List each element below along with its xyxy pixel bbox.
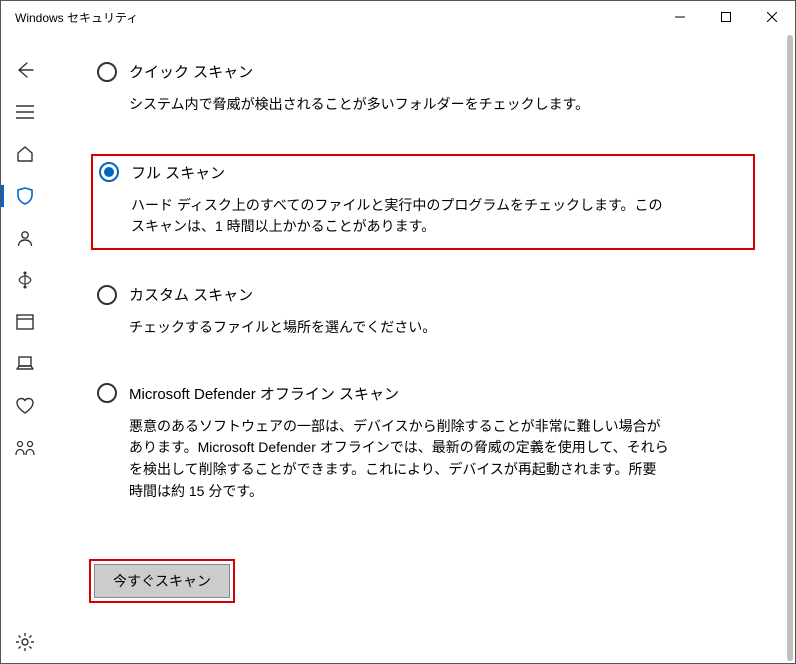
body: クイック スキャン システム内で脅威が検出されることが多いフォルダーをチェックし… — [1, 33, 795, 663]
option-quick-scan-label: クイック スキャン — [129, 61, 253, 82]
option-full-scan-label: フル スキャン — [131, 162, 225, 183]
back-arrow-icon — [15, 60, 35, 80]
option-full-scan-desc: ハード ディスク上のすべてのファイルと実行中のプログラムをチェックします。このス… — [131, 195, 671, 238]
radio-custom-scan[interactable] — [97, 285, 117, 305]
gear-icon — [15, 632, 35, 652]
window-controls — [657, 1, 795, 33]
hamburger-icon — [16, 105, 34, 119]
radio-full-scan[interactable] — [99, 162, 119, 182]
option-offline-scan-head[interactable]: Microsoft Defender オフライン スキャン — [97, 383, 745, 404]
scrollbar[interactable] — [787, 35, 793, 661]
heart-icon — [15, 397, 35, 415]
shield-icon — [15, 186, 35, 206]
option-custom-scan-head[interactable]: カスタム スキャン — [97, 284, 745, 305]
scan-now-button[interactable]: 今すぐスキャン — [94, 564, 230, 598]
option-quick-scan-head[interactable]: クイック スキャン — [97, 61, 745, 82]
window-title: Windows セキュリティ — [15, 9, 138, 26]
scan-now-highlight: 今すぐスキャン — [89, 559, 235, 603]
sidebar-item-account[interactable] — [1, 217, 49, 259]
app-window: Windows セキュリティ — [0, 0, 796, 664]
main-content: クイック スキャン システム内で脅威が検出されることが多いフォルダーをチェックし… — [49, 33, 795, 663]
sidebar-item-family[interactable] — [1, 427, 49, 469]
radio-quick-scan[interactable] — [97, 62, 117, 82]
option-full-scan[interactable]: フル スキャン ハード ディスク上のすべてのファイルと実行中のプログラムをチェッ… — [91, 154, 755, 250]
close-icon — [767, 12, 777, 22]
option-custom-scan-label: カスタム スキャン — [129, 284, 253, 305]
network-icon — [15, 270, 35, 290]
person-icon — [15, 228, 35, 248]
option-full-scan-head[interactable]: フル スキャン — [99, 162, 743, 183]
sidebar-item-device-security[interactable] — [1, 343, 49, 385]
option-custom-scan[interactable]: カスタム スキャン チェックするファイルと場所を選んでください。 — [91, 278, 755, 349]
minimize-icon — [675, 12, 685, 22]
sidebar — [1, 33, 49, 663]
close-button[interactable] — [749, 1, 795, 33]
titlebar: Windows セキュリティ — [1, 1, 795, 33]
sidebar-item-device-health[interactable] — [1, 385, 49, 427]
option-quick-scan-desc: システム内で脅威が検出されることが多いフォルダーをチェックします。 — [129, 94, 669, 116]
radio-offline-scan[interactable] — [97, 383, 117, 403]
sidebar-item-settings[interactable] — [1, 621, 49, 663]
option-custom-scan-desc: チェックするファイルと場所を選んでください。 — [129, 317, 669, 339]
option-quick-scan[interactable]: クイック スキャン システム内で脅威が検出されることが多いフォルダーをチェックし… — [91, 55, 755, 126]
option-offline-scan-desc: 悪意のあるソフトウェアの一部は、デバイスから削除することが非常に難しい場合があり… — [129, 416, 669, 503]
menu-button[interactable] — [1, 91, 49, 133]
sidebar-item-firewall[interactable] — [1, 259, 49, 301]
family-icon — [14, 439, 36, 457]
sidebar-item-home[interactable] — [1, 133, 49, 175]
option-offline-scan-label: Microsoft Defender オフライン スキャン — [129, 383, 399, 404]
option-offline-scan[interactable]: Microsoft Defender オフライン スキャン 悪意のあるソフトウェ… — [91, 377, 755, 513]
maximize-icon — [721, 12, 731, 22]
back-button[interactable] — [1, 49, 49, 91]
laptop-icon — [15, 356, 35, 372]
home-icon — [15, 144, 35, 164]
minimize-button[interactable] — [657, 1, 703, 33]
sidebar-item-virus-protection[interactable] — [1, 175, 49, 217]
sidebar-item-app-browser[interactable] — [1, 301, 49, 343]
maximize-button[interactable] — [703, 1, 749, 33]
window-icon — [16, 314, 34, 330]
